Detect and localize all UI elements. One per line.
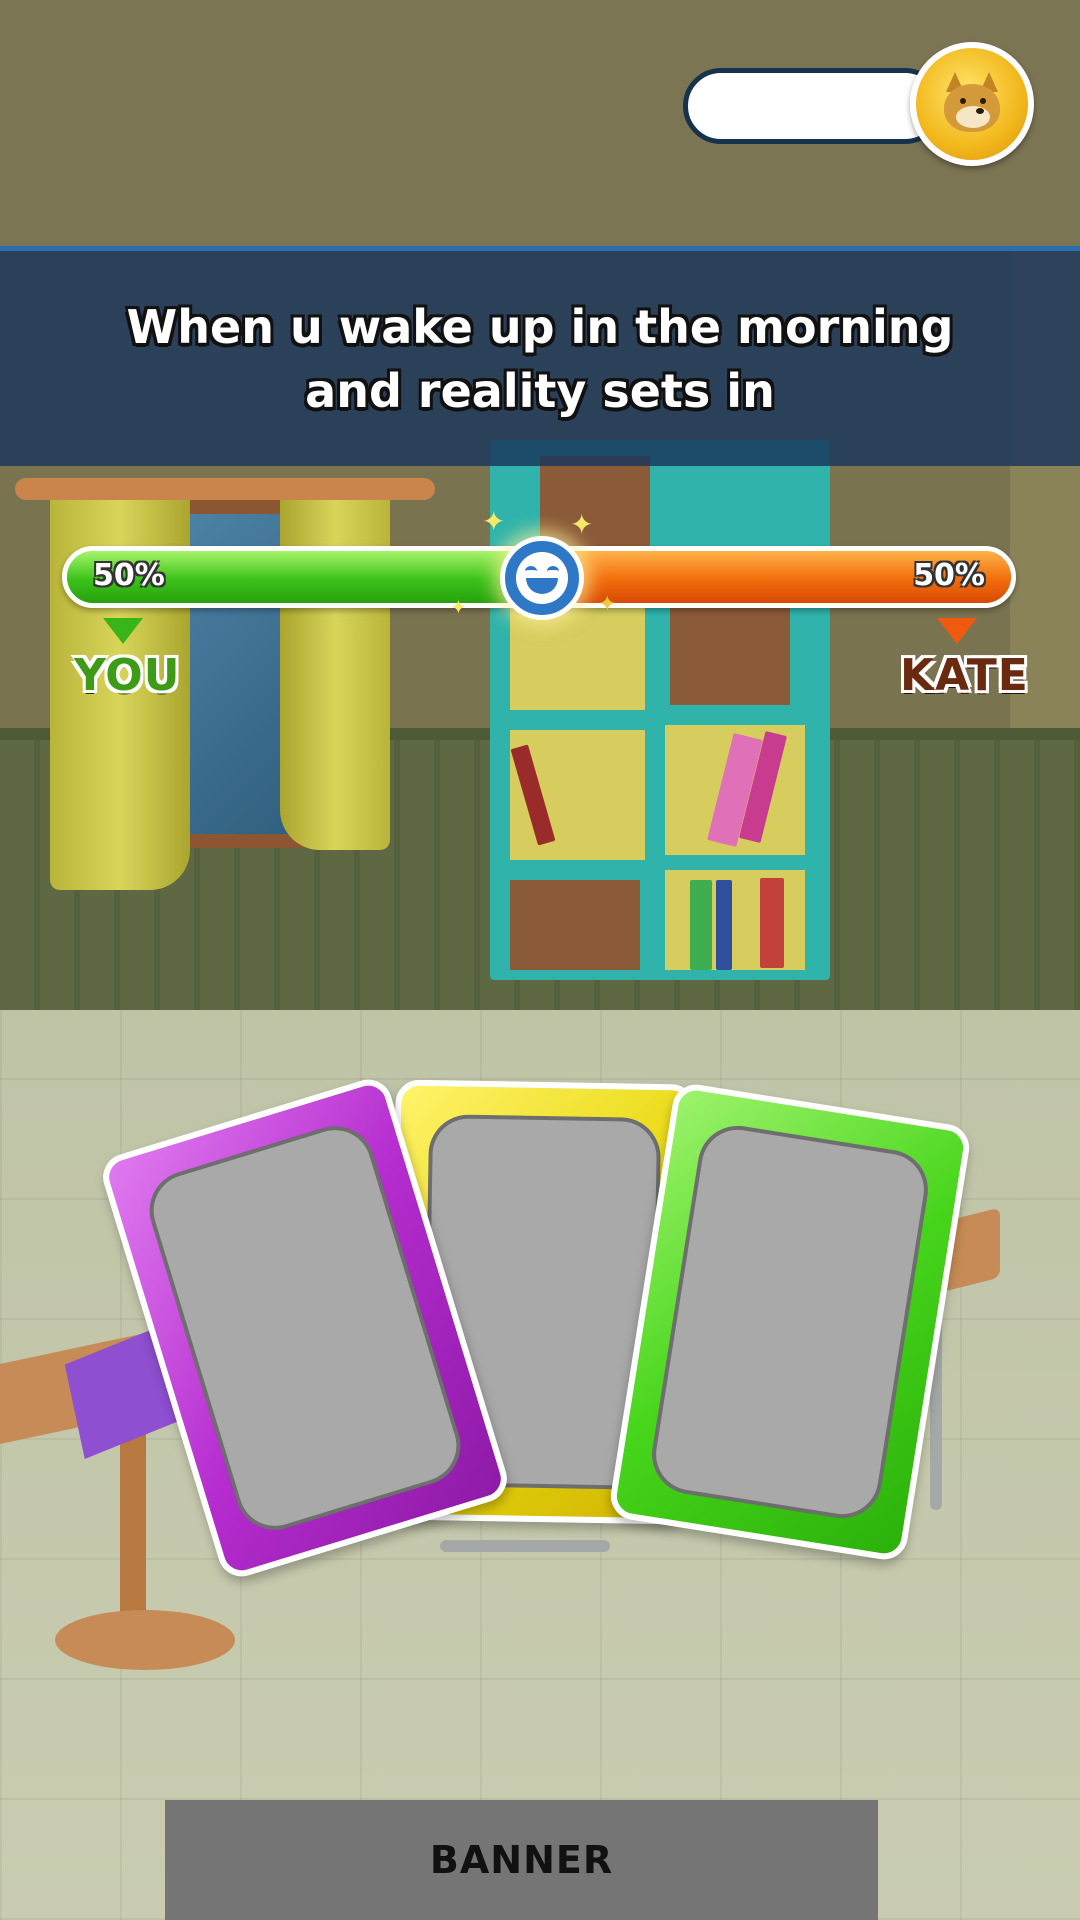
book (690, 880, 712, 970)
bookshelf (490, 440, 830, 980)
book (760, 878, 784, 968)
sparkle-icon: ✦ (450, 595, 467, 619)
book (716, 880, 732, 970)
shelf-drawer (540, 456, 650, 546)
opponent-percent: 50% (913, 558, 985, 593)
caption-line-2: and reality sets in (305, 363, 775, 418)
sparkle-icon: ✦ (482, 505, 506, 538)
sparkle-icon: ✦ (570, 508, 594, 541)
meme-caption-panel: When u wake up in the morning and realit… (0, 246, 1080, 466)
player-you-label: YOU (74, 650, 181, 701)
shelf-drawer (670, 605, 790, 705)
you-marker-icon (103, 618, 143, 644)
you-percent: 50% (93, 558, 165, 593)
laughing-face-icon (500, 536, 584, 620)
banner-label: BANNER (429, 1838, 614, 1882)
card-image-placeholder (646, 1120, 934, 1524)
curtain-rod (15, 478, 435, 500)
shelf-cell (665, 870, 805, 970)
banner-ad[interactable]: BANNER (165, 1800, 878, 1920)
doge-face (936, 72, 1008, 136)
player-opponent-label: KATE (900, 650, 1029, 701)
caption-line-1: When u wake up in the morning (126, 299, 954, 354)
opponent-marker-icon (937, 618, 977, 644)
doge-coin-icon[interactable] (910, 42, 1034, 166)
table-base (55, 1610, 235, 1670)
curtain-right (280, 490, 390, 850)
coin-counter (683, 68, 943, 144)
shelf-drawer (510, 880, 640, 970)
meme-caption: When u wake up in the morning and realit… (120, 295, 960, 423)
desk-leg (440, 1540, 610, 1552)
sparkle-icon: ✦ (598, 592, 617, 617)
